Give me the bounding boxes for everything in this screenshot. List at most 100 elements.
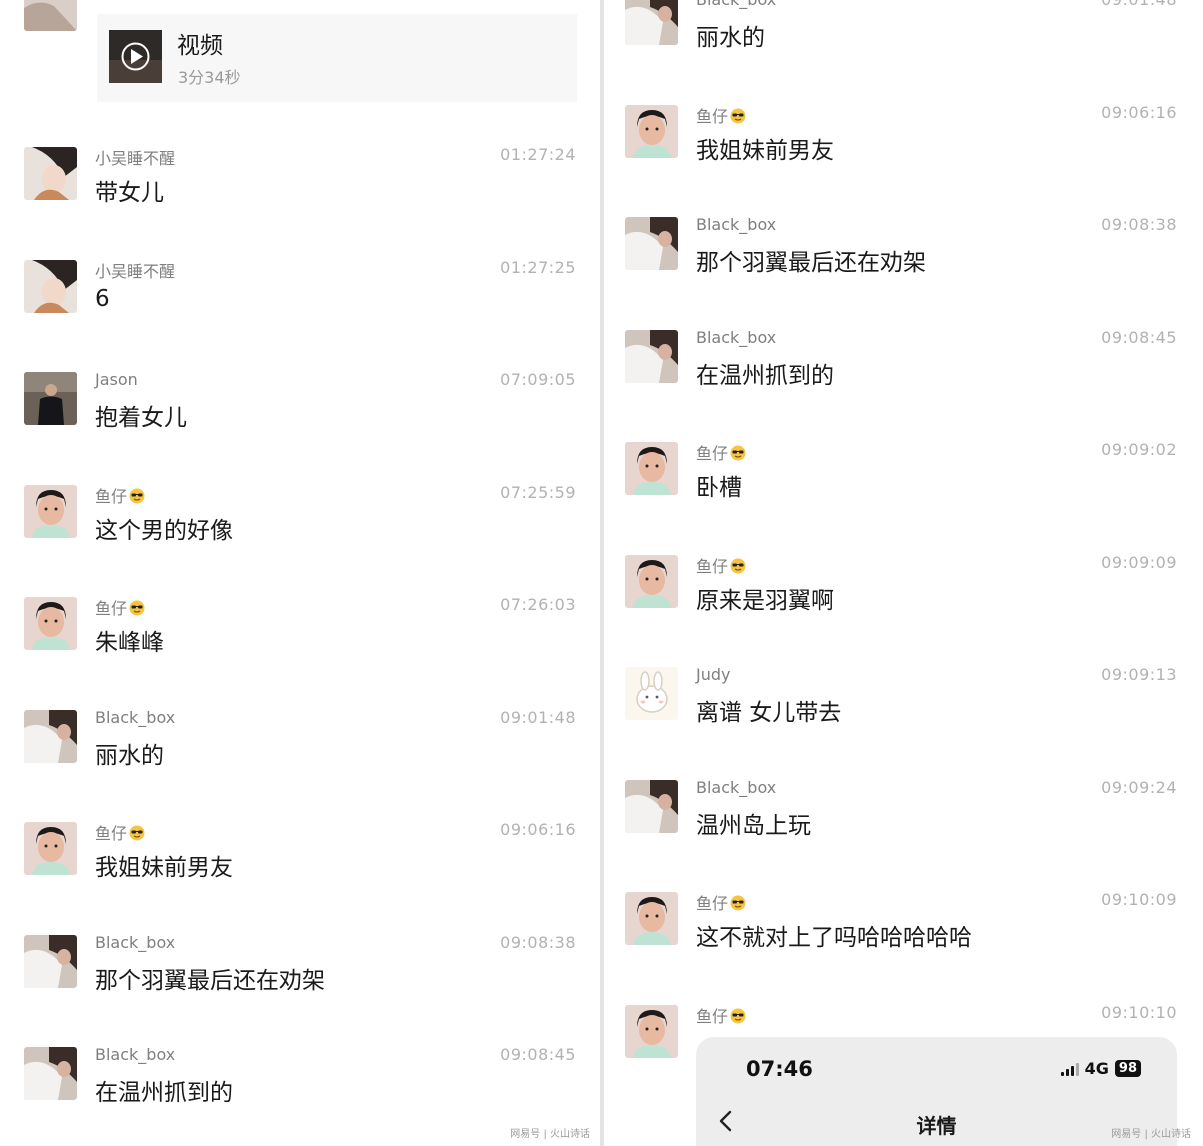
- avatar[interactable]: [24, 147, 77, 200]
- avatar[interactable]: [625, 1004, 678, 1058]
- message-text[interactable]: 离谱 女儿带去: [696, 693, 841, 727]
- sender-name[interactable]: 鱼仔: [95, 820, 145, 844]
- sender-name-text: 鱼仔: [95, 824, 128, 843]
- sender-name-text: Jason: [95, 370, 138, 389]
- avatar[interactable]: [625, 667, 678, 720]
- network-type: 4G: [1084, 1059, 1109, 1078]
- sunglasses-emoji-icon: [730, 895, 746, 911]
- sender-name-text: Black_box: [696, 777, 777, 797]
- sender-name[interactable]: Black_box: [696, 328, 776, 347]
- sender-name[interactable]: Black_box: [95, 1045, 175, 1064]
- sunglasses-emoji-icon: [730, 558, 746, 573]
- message-text[interactable]: 在温州抓到的: [696, 356, 834, 390]
- avatar[interactable]: [24, 1047, 77, 1100]
- sender-name[interactable]: Black_box: [696, 778, 776, 797]
- message-text[interactable]: 丽水的: [95, 736, 164, 770]
- avatar[interactable]: [24, 0, 77, 31]
- message-time: 09:10:09: [1101, 890, 1177, 909]
- sender-name-text: Black_box: [95, 1045, 176, 1064]
- message-time: 07:26:03: [500, 595, 576, 614]
- message-time: 09:08:38: [500, 932, 576, 952]
- video-thumbnail[interactable]: [109, 30, 162, 83]
- chat-message: 小吴睡不醒 01:27:25 6: [0, 258, 600, 372]
- avatar[interactable]: [24, 822, 77, 875]
- battery-icon: 98: [1114, 1060, 1141, 1077]
- sender-name[interactable]: 鱼仔: [696, 890, 746, 914]
- message-text[interactable]: 6: [95, 286, 110, 312]
- message-text[interactable]: 温州岛上玩: [696, 806, 811, 840]
- sender-name-text: 鱼仔: [696, 1006, 729, 1026]
- sender-name[interactable]: 鱼仔: [696, 553, 746, 577]
- message-text[interactable]: 那个羽翼最后还在劝架: [696, 243, 926, 277]
- sender-name[interactable]: Black_box: [696, 0, 776, 9]
- message-text[interactable]: 我姐妹前男友: [696, 131, 834, 165]
- sender-name[interactable]: 鱼仔: [696, 103, 746, 127]
- avatar[interactable]: [24, 484, 77, 538]
- chat-message: 鱼仔 07:25:59 这个男的好像: [0, 483, 600, 597]
- sender-name-text: 鱼仔: [696, 556, 729, 576]
- sender-name[interactable]: 鱼仔: [95, 483, 145, 507]
- sender-name[interactable]: Black_box: [696, 215, 776, 234]
- chat-message: Black_box 09:01:48 丽水的: [604, 0, 1203, 104]
- avatar[interactable]: [625, 217, 678, 270]
- chat-message: Black_box 09:08:38 那个羽翼最后还在劝架: [604, 215, 1203, 329]
- avatar[interactable]: [625, 892, 678, 945]
- sender-name-text: 小吴睡不醒: [95, 261, 176, 281]
- avatar[interactable]: [625, 779, 678, 833]
- avatar[interactable]: [24, 709, 77, 763]
- sunglasses-emoji-icon: [730, 108, 746, 123]
- sender-name-text: 鱼仔: [696, 106, 729, 126]
- message-time: 09:06:16: [1101, 102, 1177, 122]
- message-text[interactable]: 这个男的好像: [95, 511, 233, 545]
- avatar[interactable]: [24, 934, 77, 988]
- chat-message: Judy 09:09:13 离谱 女儿带去: [604, 665, 1203, 779]
- message-text[interactable]: 原来是羽翼啊: [696, 581, 834, 615]
- sender-name-text: Black_box: [95, 932, 176, 952]
- sender-name[interactable]: Jason: [95, 370, 138, 389]
- chat-message: 鱼仔 09:09:02 卧槽: [604, 440, 1203, 554]
- avatar[interactable]: [24, 372, 77, 425]
- message-text[interactable]: 朱峰峰: [95, 623, 164, 657]
- sender-name[interactable]: 小吴睡不醒: [95, 258, 175, 282]
- message-text[interactable]: 在温州抓到的: [95, 1073, 233, 1107]
- message-time: 09:08:45: [500, 1045, 576, 1064]
- sender-name[interactable]: 鱼仔: [95, 595, 145, 619]
- message-time: 09:08:45: [1101, 327, 1177, 347]
- message-text[interactable]: 带女儿: [95, 173, 164, 207]
- message-text[interactable]: 抱着女儿: [95, 398, 187, 432]
- avatar[interactable]: [625, 329, 678, 383]
- message-text[interactable]: 卧槽: [696, 468, 742, 502]
- avatar[interactable]: [625, 554, 678, 608]
- phone-overlay: 07:46 4G 98 详情: [696, 1037, 1177, 1146]
- avatar[interactable]: [625, 442, 678, 495]
- sender-name-text: 鱼仔: [95, 599, 128, 618]
- right-chat-panel: Black_box 09:01:48 丽水的鱼仔 09:06:16 我姐妹前男友 Blac…: [604, 0, 1203, 1146]
- avatar[interactable]: [24, 597, 77, 650]
- chat-message: Black_box 09:01:48 丽水的: [0, 708, 600, 822]
- message-text[interactable]: 那个羽翼最后还在劝架: [95, 961, 325, 995]
- sender-name-text: 小吴睡不醒: [95, 149, 176, 168]
- chat-message: 鱼仔 09:06:16 我姐妹前男友: [0, 820, 600, 934]
- message-time: 09:09:24: [1101, 777, 1177, 797]
- message-time: 07:09:05: [500, 370, 576, 389]
- sender-name[interactable]: 鱼仔: [696, 440, 746, 464]
- sunglasses-emoji-icon: [129, 825, 145, 841]
- video-message: 视频 3分34秒: [0, 0, 600, 112]
- video-title: 视频: [177, 33, 223, 59]
- video-card[interactable]: 视频 3分34秒: [97, 14, 577, 102]
- sender-name[interactable]: 鱼仔: [696, 1003, 746, 1027]
- message-time: 09:09:13: [1101, 665, 1177, 684]
- sender-name[interactable]: Black_box: [95, 708, 175, 727]
- chat-message: 鱼仔 09:10:09 这不就对上了吗哈哈哈哈哈: [604, 890, 1203, 1004]
- avatar[interactable]: [625, 0, 678, 45]
- page-title: 详情: [916, 1114, 957, 1138]
- avatar[interactable]: [24, 259, 77, 313]
- sender-name[interactable]: Judy: [696, 665, 730, 684]
- message-text[interactable]: 这不就对上了吗哈哈哈哈哈: [696, 918, 972, 952]
- sender-name[interactable]: Black_box: [95, 933, 175, 952]
- message-text[interactable]: 丽水的: [696, 18, 765, 52]
- status-bar-icons: 4G 98: [1060, 1059, 1141, 1078]
- avatar[interactable]: [625, 104, 678, 158]
- sender-name[interactable]: 小吴睡不醒: [95, 145, 175, 169]
- message-text[interactable]: 我姐妹前男友: [95, 848, 233, 882]
